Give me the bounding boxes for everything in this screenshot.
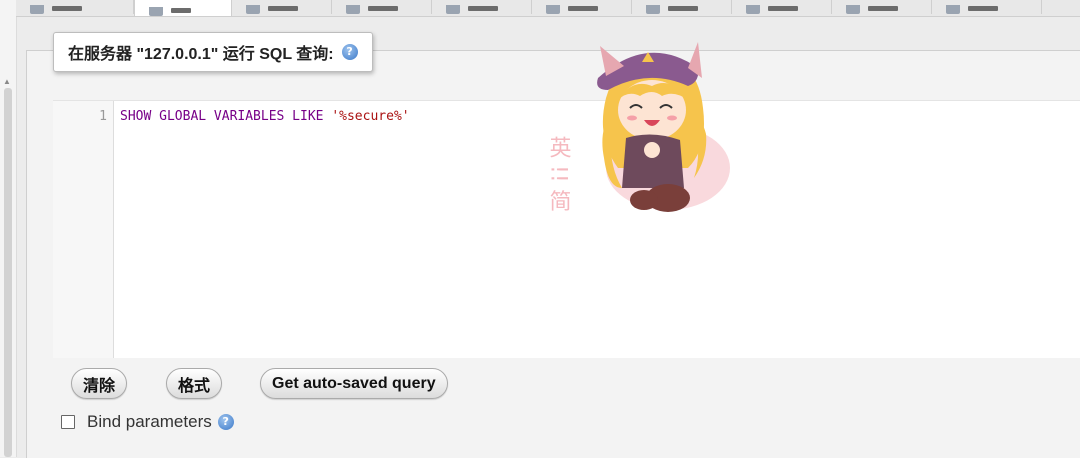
tab-icon bbox=[149, 7, 163, 16]
tab-8[interactable] bbox=[732, 0, 832, 14]
tab-sql-active[interactable] bbox=[134, 0, 232, 16]
tab-icon bbox=[30, 5, 44, 14]
tab-label bbox=[52, 6, 82, 11]
bind-parameters-label[interactable]: Bind parameters bbox=[87, 412, 212, 432]
tab-icon bbox=[546, 5, 560, 14]
line-number: 1 bbox=[99, 109, 107, 124]
tab-6[interactable] bbox=[532, 0, 632, 14]
tab-5[interactable] bbox=[432, 0, 532, 14]
tab-icon bbox=[346, 5, 360, 14]
tab-icon bbox=[646, 5, 660, 14]
scroll-up-arrow-icon[interactable]: ▲ bbox=[3, 78, 11, 86]
anime-girl-illustration-icon: 英 !! 简 bbox=[548, 42, 730, 212]
bind-parameters-checkbox[interactable] bbox=[61, 415, 75, 429]
tab-icon bbox=[946, 5, 960, 14]
bind-parameters-help-icon[interactable]: ? bbox=[217, 414, 234, 430]
tab-label bbox=[668, 6, 698, 11]
query-legend-text: 在服务器 "127.0.0.1" 运行 SQL 查询: bbox=[68, 46, 334, 63]
tab-icon bbox=[846, 5, 860, 14]
tab-7[interactable] bbox=[632, 0, 732, 14]
help-icon[interactable]: ? bbox=[341, 44, 358, 60]
tab-label bbox=[368, 6, 398, 11]
top-tab-bar bbox=[16, 0, 1080, 17]
tab-icon bbox=[746, 5, 760, 14]
clear-button[interactable]: 清除 bbox=[71, 368, 128, 399]
tab-label bbox=[768, 6, 798, 11]
tab-1[interactable] bbox=[16, 0, 134, 14]
get-auto-saved-query-button[interactable]: Get auto-saved query bbox=[260, 368, 448, 399]
left-scrollbar[interactable]: ▲ bbox=[0, 0, 17, 457]
tab-label bbox=[268, 6, 298, 11]
query-legend: 在服务器 "127.0.0.1" 运行 SQL 查询: ? bbox=[53, 32, 373, 72]
sql-keywords: SHOW GLOBAL VARIABLES LIKE bbox=[120, 109, 332, 124]
tab-4[interactable] bbox=[332, 0, 432, 14]
tab-label bbox=[468, 6, 498, 11]
watermark-text: 英 !! 简 bbox=[548, 136, 572, 212]
tab-icon bbox=[246, 5, 260, 14]
tab-icon bbox=[446, 5, 460, 14]
sql-code-line[interactable]: SHOW GLOBAL VARIABLES LIKE '%secure%' bbox=[120, 109, 410, 124]
line-number-gutter: 1 bbox=[53, 101, 114, 358]
tab-label bbox=[868, 6, 898, 11]
format-button[interactable]: 格式 bbox=[166, 368, 223, 399]
sql-string-literal: '%secure%' bbox=[331, 109, 410, 124]
tab-3[interactable] bbox=[232, 0, 332, 14]
scrollbar-thumb[interactable] bbox=[4, 88, 12, 457]
bind-parameters-row: Bind parameters ? bbox=[61, 412, 234, 432]
tab-label bbox=[968, 6, 998, 11]
tab-9[interactable] bbox=[832, 0, 932, 14]
tab-label bbox=[568, 6, 598, 11]
tab-label bbox=[171, 8, 191, 13]
tab-10[interactable] bbox=[932, 0, 1042, 14]
